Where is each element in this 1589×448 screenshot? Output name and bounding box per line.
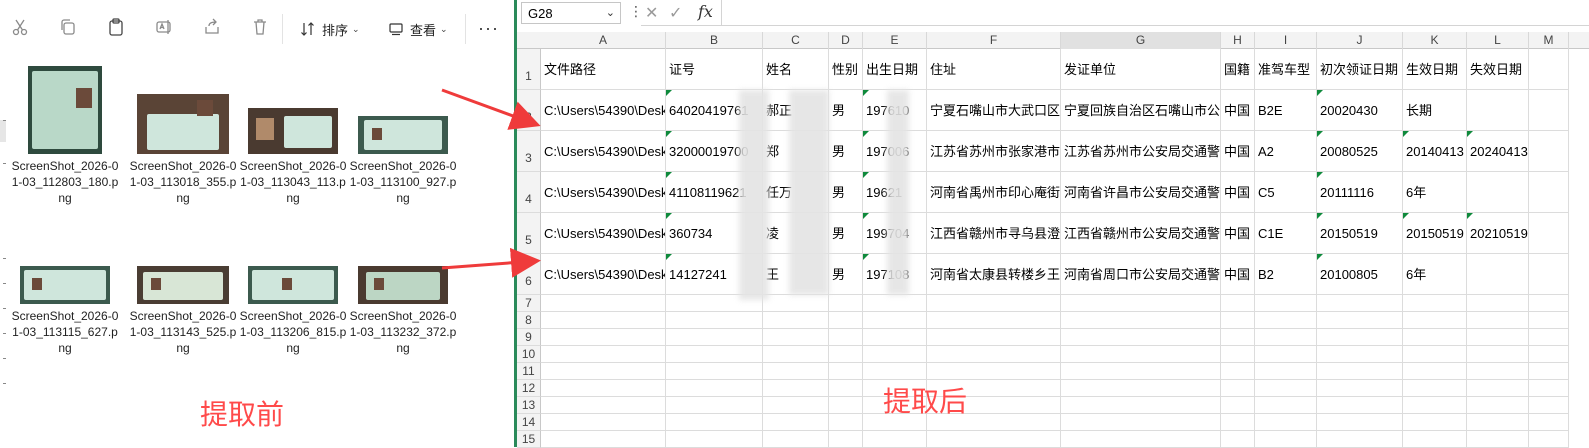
arrow-annotations (441, 88, 541, 278)
arrow-top (441, 88, 541, 130)
arrow-bottom (441, 247, 541, 278)
